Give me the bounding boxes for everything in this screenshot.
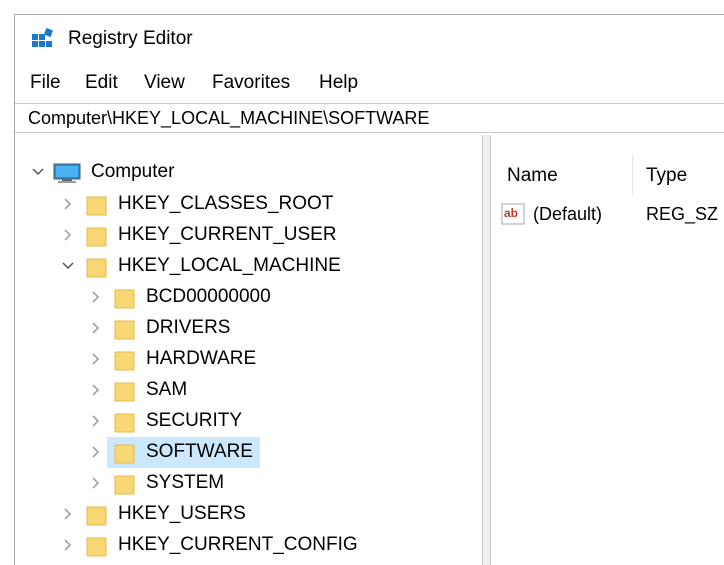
tree-item-computer[interactable]: Computer — [15, 157, 475, 187]
chevron-right-icon[interactable] — [88, 289, 104, 305]
tree-label: SYSTEM — [146, 472, 225, 493]
menu-edit[interactable]: Edit — [85, 72, 118, 94]
chevron-right-icon[interactable] — [60, 537, 76, 553]
tree-item-hardware[interactable]: HARDWARE — [15, 344, 475, 374]
key-tree-pane[interactable]: Computer HKEY_CLASSES_ROOT HKEY_CURRENT_… — [15, 135, 483, 565]
chevron-right-icon[interactable] — [88, 475, 104, 491]
tree-item-software[interactable]: SOFTWARE — [15, 437, 475, 468]
folder-icon — [114, 320, 135, 340]
tree-label: Computer — [91, 161, 175, 182]
folder-icon — [114, 475, 135, 495]
tree-label: SECURITY — [146, 410, 243, 431]
column-header-name[interactable]: Name — [507, 165, 558, 187]
folder-icon — [114, 289, 135, 309]
folder-icon — [114, 351, 135, 371]
folder-icon — [86, 196, 107, 216]
registry-editor-window: Registry Editor File Edit View Favorites… — [14, 14, 724, 565]
chevron-right-icon[interactable] — [88, 351, 104, 367]
tree-label: SAM — [146, 379, 188, 400]
tree-label: HKEY_CURRENT_USER — [118, 224, 337, 245]
tree-label: DRIVERS — [146, 317, 231, 338]
title-bar: Registry Editor — [15, 15, 724, 61]
tree-item-security[interactable]: SECURITY — [15, 406, 475, 436]
tree-label: HKEY_LOCAL_MACHINE — [118, 255, 341, 276]
folder-icon — [86, 227, 107, 247]
tree-label: SOFTWARE — [146, 441, 253, 462]
value-name: (Default) — [533, 204, 603, 224]
tree-item-hkey-current-config[interactable]: HKEY_CURRENT_CONFIG — [15, 530, 475, 560]
menu-view[interactable]: View — [144, 72, 185, 94]
tree-item-hkey-current-user[interactable]: HKEY_CURRENT_USER — [15, 220, 475, 250]
menu-bar: File Edit View Favorites Help — [15, 67, 724, 97]
menu-favorites[interactable]: Favorites — [212, 72, 290, 94]
tree-item-system[interactable]: SYSTEM — [15, 468, 475, 498]
folder-icon — [114, 444, 135, 464]
tree-label: HKEY_CLASSES_ROOT — [118, 193, 334, 214]
tree-label: HKEY_USERS — [118, 503, 246, 524]
computer-icon — [53, 163, 81, 183]
tree-item-hkey-local-machine[interactable]: HKEY_LOCAL_MACHINE — [15, 251, 475, 281]
column-separator[interactable] — [632, 155, 633, 195]
chevron-right-icon[interactable] — [88, 382, 104, 398]
window-title: Registry Editor — [68, 28, 193, 49]
folder-icon — [114, 382, 135, 402]
column-header-type[interactable]: Type — [646, 165, 687, 187]
folder-icon — [86, 537, 107, 557]
tree-label: HARDWARE — [146, 348, 257, 369]
string-value-icon: ab — [501, 203, 525, 225]
tree-item-hkey-users[interactable]: HKEY_USERS — [15, 499, 475, 529]
folder-icon — [86, 506, 107, 526]
values-list-pane[interactable]: Name Type ab (Default) REG_SZ — [491, 135, 724, 565]
menu-file[interactable]: File — [30, 72, 61, 94]
chevron-right-icon[interactable] — [88, 413, 104, 429]
value-type: REG_SZ — [646, 204, 719, 224]
chevron-down-icon[interactable] — [60, 258, 76, 274]
registry-editor-icon — [32, 28, 53, 47]
chevron-right-icon[interactable] — [60, 227, 76, 243]
chevron-right-icon[interactable] — [60, 506, 76, 522]
folder-icon — [86, 258, 107, 278]
address-bar[interactable]: Computer\HKEY_LOCAL_MACHINE\SOFTWARE — [15, 103, 724, 133]
tree-item-drivers[interactable]: DRIVERS — [15, 313, 475, 343]
tree-item-hkey-classes-root[interactable]: HKEY_CLASSES_ROOT — [15, 189, 475, 219]
pane-splitter[interactable] — [483, 135, 491, 565]
address-path[interactable]: Computer\HKEY_LOCAL_MACHINE\SOFTWARE — [28, 108, 429, 128]
chevron-right-icon[interactable] — [88, 320, 104, 336]
value-row[interactable]: ab (Default) REG_SZ — [491, 201, 724, 227]
tree-item-bcd00000000[interactable]: BCD00000000 — [15, 282, 475, 312]
tree-item-sam[interactable]: SAM — [15, 375, 475, 405]
chevron-down-icon[interactable] — [30, 164, 46, 180]
chevron-right-icon[interactable] — [88, 444, 104, 460]
chevron-right-icon[interactable] — [60, 196, 76, 212]
svg-text:ab: ab — [504, 206, 518, 220]
folder-icon — [114, 413, 135, 433]
menu-help[interactable]: Help — [319, 72, 358, 94]
tree-label: BCD00000000 — [146, 286, 271, 307]
tree-label: HKEY_CURRENT_CONFIG — [118, 534, 358, 555]
